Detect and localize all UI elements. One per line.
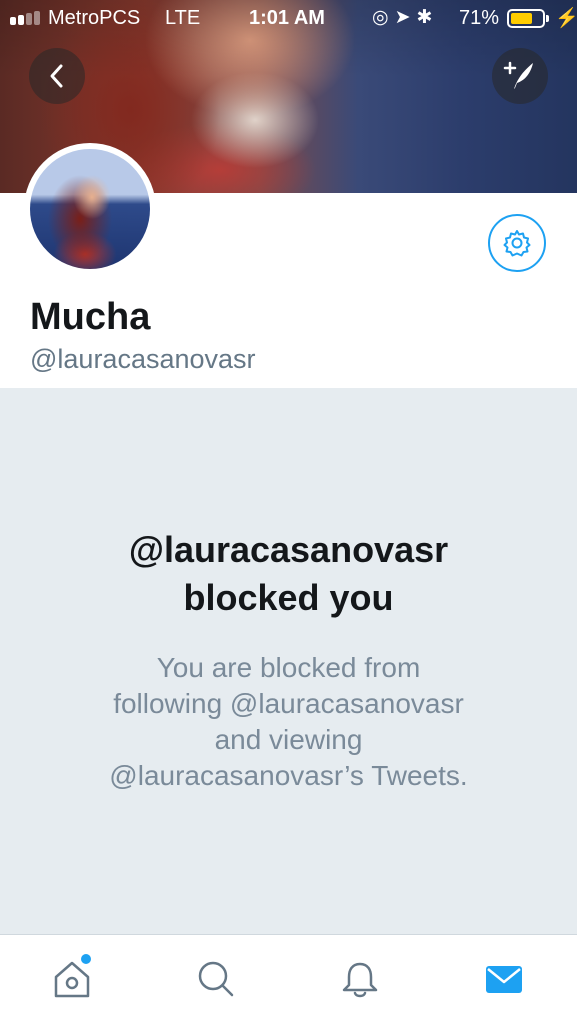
signal-icon <box>10 11 40 25</box>
compose-tweet-button[interactable] <box>492 48 548 104</box>
blocked-description: You are blocked from following @lauracas… <box>40 650 537 794</box>
tab-messages[interactable] <box>482 957 526 1001</box>
status-icons: ◎➤✱ <box>372 6 438 29</box>
blocked-title-line1: @lauracasanovasr <box>128 529 449 570</box>
blocked-desc-line1: You are blocked from <box>156 652 421 683</box>
lock-rotation-icon: ◎ <box>372 7 395 28</box>
blocked-desc-line3: and viewing <box>214 724 363 755</box>
blocked-panel: @lauracasanovasr blocked you You are blo… <box>0 388 577 934</box>
bluetooth-icon: ✱ <box>416 7 439 28</box>
blocked-desc-line4: @lauracasanovasr’s Tweets. <box>109 760 468 791</box>
envelope-icon <box>486 966 522 993</box>
blocked-title-line2: blocked you <box>183 577 394 618</box>
battery-tip <box>546 15 549 22</box>
battery-icon <box>507 9 545 28</box>
battery-percent: 71% <box>459 7 500 29</box>
tab-bar <box>0 934 577 1024</box>
battery-fill <box>511 13 533 24</box>
avatar[interactable] <box>24 143 156 275</box>
clock: 1:01 AM <box>249 7 325 29</box>
blocked-desc-line2: following @lauracasanovasr <box>113 688 464 719</box>
bell-icon <box>342 962 378 998</box>
avatar-image <box>30 149 150 269</box>
status-bar: MetroPCS LTE 1:01 AM ◎➤✱ 71% ⚡ <box>0 0 577 38</box>
settings-button[interactable] <box>488 214 546 272</box>
carrier-label: MetroPCS <box>48 7 141 29</box>
charging-icon: ⚡ <box>555 8 577 29</box>
blocked-title: @lauracasanovasr blocked you <box>0 526 577 622</box>
tab-search[interactable] <box>194 957 238 1001</box>
back-button[interactable] <box>29 48 85 104</box>
compose-tweet-icon <box>503 61 533 89</box>
gear-icon <box>503 230 531 257</box>
search-icon <box>198 961 234 997</box>
home-badge-dot <box>81 954 91 964</box>
profile-display-name: Mucha <box>30 296 151 338</box>
network-label: LTE <box>165 7 201 29</box>
back-arrow-icon <box>50 64 63 88</box>
location-icon: ➤ <box>394 7 417 28</box>
profile-handle: @lauracasanovasr <box>30 344 256 374</box>
tab-notifications[interactable] <box>338 957 382 1001</box>
